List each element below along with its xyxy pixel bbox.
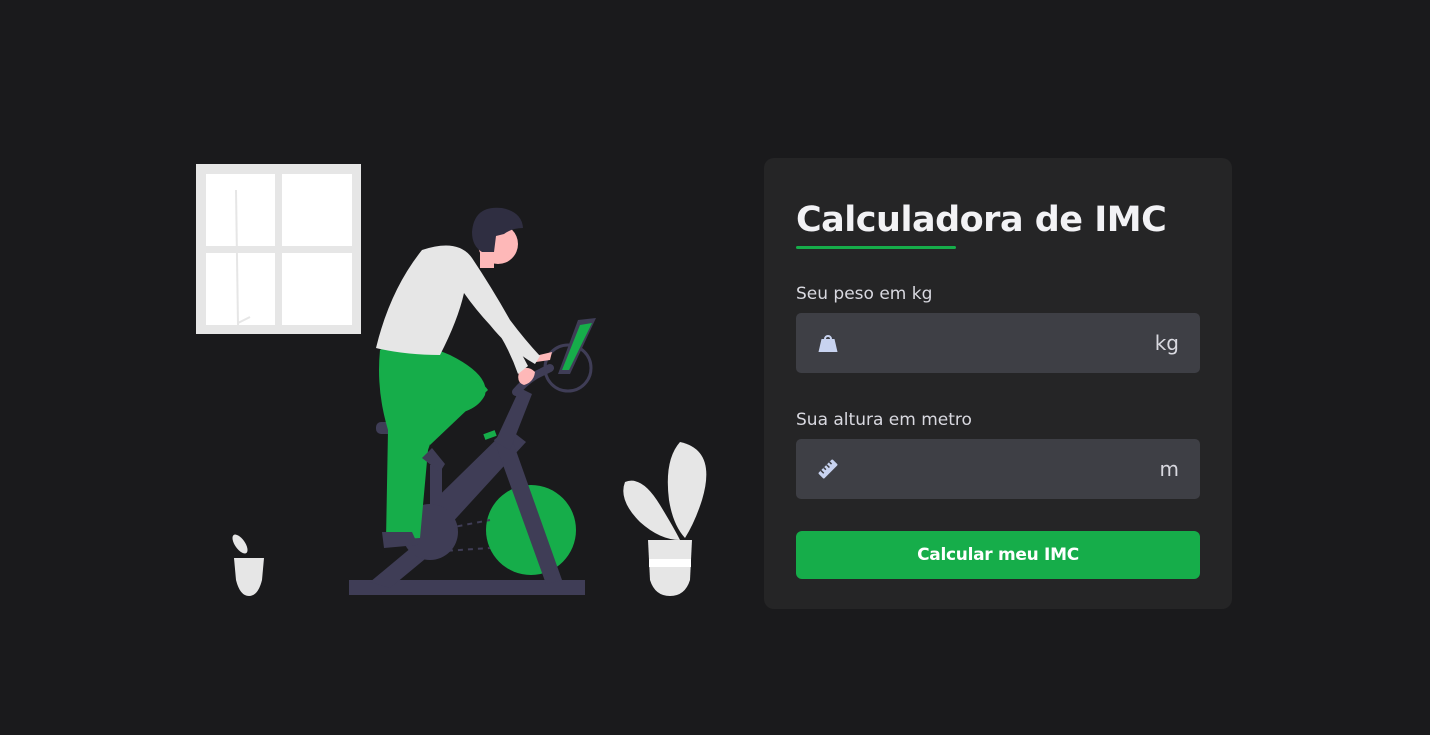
height-label: Sua altura em metro xyxy=(796,410,972,430)
imc-calculator-card: Calculadora de IMC Seu peso em kg kg Sua… xyxy=(764,158,1232,609)
weight-unit: kg xyxy=(1154,331,1179,355)
exercise-bike-illustration xyxy=(196,164,707,596)
small-plant-illustration xyxy=(232,534,264,596)
weight-field-container: kg xyxy=(796,313,1200,373)
window-illustration xyxy=(196,164,361,334)
page: Calculadora de IMC Seu peso em kg kg Sua… xyxy=(0,0,1430,735)
height-field-container: m xyxy=(796,439,1200,499)
title-underline xyxy=(796,246,956,249)
large-plant-illustration xyxy=(623,442,707,596)
ruler-icon xyxy=(816,457,840,481)
height-unit: m xyxy=(1159,457,1179,481)
weight-input[interactable] xyxy=(840,313,1155,373)
weight-icon xyxy=(816,331,840,355)
calculate-imc-button[interactable]: Calcular meu IMC xyxy=(796,531,1200,579)
height-input[interactable] xyxy=(840,439,1160,499)
page-title: Calculadora de IMC xyxy=(796,200,1167,240)
weight-label: Seu peso em kg xyxy=(796,284,933,304)
